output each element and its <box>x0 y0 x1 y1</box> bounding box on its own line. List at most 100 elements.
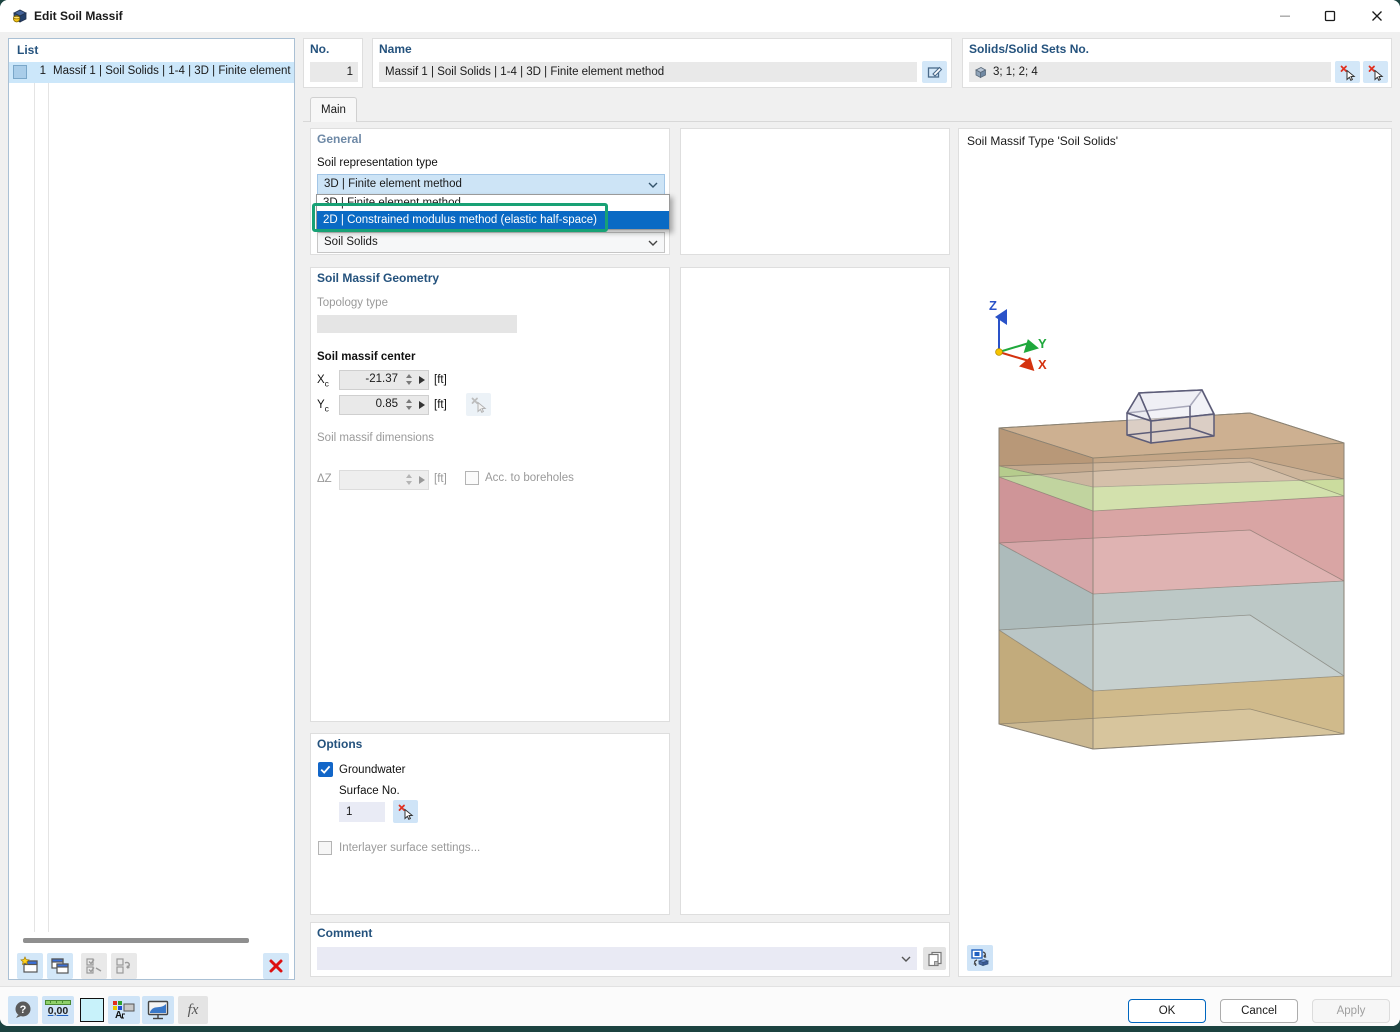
app-soil-icon <box>12 8 28 24</box>
soil-preview-panel: Soil Massif Type 'Soil Solids' Z Y X <box>958 128 1392 977</box>
building-wireframe <box>1127 390 1214 443</box>
comment-combobox[interactable] <box>317 947 917 970</box>
geometry-group: Soil Massif Geometry Topology type Soil … <box>310 267 670 722</box>
transfer-selection-button[interactable] <box>111 953 137 979</box>
topology-type-label: Topology type <box>317 297 388 309</box>
close-button[interactable] <box>1355 1 1399 31</box>
maximize-button[interactable] <box>1308 1 1352 31</box>
formula-button[interactable]: fx <box>178 996 208 1024</box>
options-header: Options <box>317 737 362 751</box>
close-icon <box>1371 10 1383 22</box>
pick-center-button[interactable] <box>466 393 491 416</box>
copy-massif-button[interactable] <box>47 953 73 979</box>
chevron-down-icon <box>648 182 658 188</box>
acc-to-boreholes-checkbox[interactable] <box>465 471 479 485</box>
apply-button[interactable]: Apply <box>1312 999 1390 1023</box>
chevron-down-icon <box>648 240 658 246</box>
spinner-arrows-icon[interactable] <box>406 399 412 410</box>
tab-strip-line <box>303 121 1392 122</box>
list-item-massif-1[interactable]: 1 Massif 1 | Soil Solids | 1-4 | 3D | Fi… <box>9 62 294 83</box>
delete-massif-button[interactable] <box>263 953 289 979</box>
yc-unit: [ft] <box>434 399 447 411</box>
select-all-button[interactable] <box>81 953 107 979</box>
pick-cursor-x-icon <box>1339 64 1356 81</box>
solids-field[interactable]: 3; 1; 2; 4 <box>969 62 1331 82</box>
expand-arrow-icon[interactable] <box>419 401 425 409</box>
soil-massif-type-combobox[interactable]: Soil Solids <box>317 232 665 253</box>
groundwater-checkbox[interactable] <box>318 762 333 777</box>
tab-main-label: Main <box>321 104 346 116</box>
minimize-icon <box>1279 10 1291 22</box>
xc-value: -21.37 <box>365 373 398 385</box>
units-settings-button[interactable]: 0,00 <box>42 996 74 1024</box>
spinner-arrows-icon <box>406 474 412 485</box>
background-color-button[interactable] <box>78 996 106 1024</box>
interlayer-surface-checkbox[interactable] <box>318 841 332 855</box>
general-header: General <box>317 132 362 146</box>
highlight-annotation-box <box>312 203 608 232</box>
minimize-button[interactable] <box>1263 1 1307 31</box>
axis-x-label: X <box>1038 357 1047 372</box>
geometry-header: Soil Massif Geometry <box>317 271 439 285</box>
name-group: Name Massif 1 | Soil Solids | 1-4 | 3D |… <box>372 38 952 88</box>
solids-group: Solids/Solid Sets No. 3; 1; 2; 4 <box>962 38 1392 88</box>
options-group: Options Groundwater Surface No. 1 Interl… <box>310 733 670 915</box>
dz-label: ΔZ <box>317 473 332 485</box>
chevron-down-icon <box>901 956 911 962</box>
soil-massif-center-label: Soil massif center <box>317 351 415 363</box>
yc-input[interactable]: 0.85 <box>339 395 429 415</box>
units-icon: 0,00 <box>45 1000 71 1020</box>
rotate-view-button[interactable] <box>967 945 993 971</box>
list-grid-line <box>48 62 49 932</box>
list-horizontal-scrollbar[interactable] <box>23 938 249 943</box>
help-button[interactable]: ? <box>8 996 38 1024</box>
comment-header: Comment <box>317 926 372 940</box>
color-swatch-icon <box>80 998 104 1022</box>
name-field[interactable]: Massif 1 | Soil Solids | 1-4 | 3D | Fini… <box>379 62 917 82</box>
empty-panel-top <box>680 128 950 255</box>
topology-type-field <box>317 315 517 333</box>
list-panel: List 1 Massif 1 | Soil Solids | 1-4 | 3D… <box>8 38 295 980</box>
title-bar: Edit Soil Massif <box>0 0 1400 32</box>
display-properties-button[interactable]: A <box>108 996 140 1024</box>
comment-templates-button[interactable] <box>923 947 946 970</box>
yc-label: Yc <box>317 399 329 413</box>
expand-arrow-icon[interactable] <box>419 376 425 384</box>
xc-label: Xc <box>317 374 329 388</box>
no-label: No. <box>310 42 329 56</box>
xc-unit: [ft] <box>434 374 447 386</box>
select-solids-button[interactable] <box>1335 61 1360 83</box>
soil-massif-3d-view[interactable]: Z Y X <box>959 129 1393 978</box>
axis-y-label: Y <box>1038 336 1047 351</box>
no-group: No. 1 <box>303 38 363 88</box>
list-item-label: Massif 1 | Soil Solids | 1-4 | 3D | Fini… <box>53 65 293 77</box>
window-title: Edit Soil Massif <box>34 9 123 23</box>
tab-main[interactable]: Main <box>310 97 357 122</box>
dz-input <box>339 470 429 490</box>
surface-no-field[interactable]: 1 <box>339 802 385 822</box>
soil-massif-type-value: Soil Solids <box>324 236 378 248</box>
new-massif-button[interactable] <box>17 953 43 979</box>
ok-button[interactable]: OK <box>1128 999 1206 1023</box>
spinner-arrows-icon[interactable] <box>406 374 412 385</box>
list-item-number: 1 <box>29 65 46 77</box>
xc-input[interactable]: -21.37 <box>339 370 429 390</box>
rendering-button[interactable] <box>142 996 174 1024</box>
interlayer-surface-label: Interlayer surface settings... <box>339 842 480 854</box>
edit-soil-massif-dialog: Edit Soil Massif List 1 Massif 1 | Soil … <box>0 0 1400 1026</box>
solid-cube-icon <box>974 66 987 79</box>
soil-representation-combobox[interactable]: 3D | Finite element method <box>317 174 665 195</box>
name-label: Name <box>379 42 412 56</box>
select-solid-sets-button[interactable] <box>1363 61 1388 83</box>
monitor-icon <box>147 1000 169 1020</box>
delete-x-icon <box>268 958 284 974</box>
cancel-button[interactable]: Cancel <box>1220 999 1298 1023</box>
empty-panel-bottom <box>680 267 950 915</box>
no-field: 1 <box>310 62 358 82</box>
solids-value: 3; 1; 2; 4 <box>993 66 1038 78</box>
edit-name-button[interactable] <box>922 61 947 83</box>
new-item-icon <box>20 956 40 976</box>
pick-surface-button[interactable] <box>393 800 418 823</box>
svg-text:?: ? <box>20 1004 27 1016</box>
soil-representation-label: Soil representation type <box>317 157 438 169</box>
